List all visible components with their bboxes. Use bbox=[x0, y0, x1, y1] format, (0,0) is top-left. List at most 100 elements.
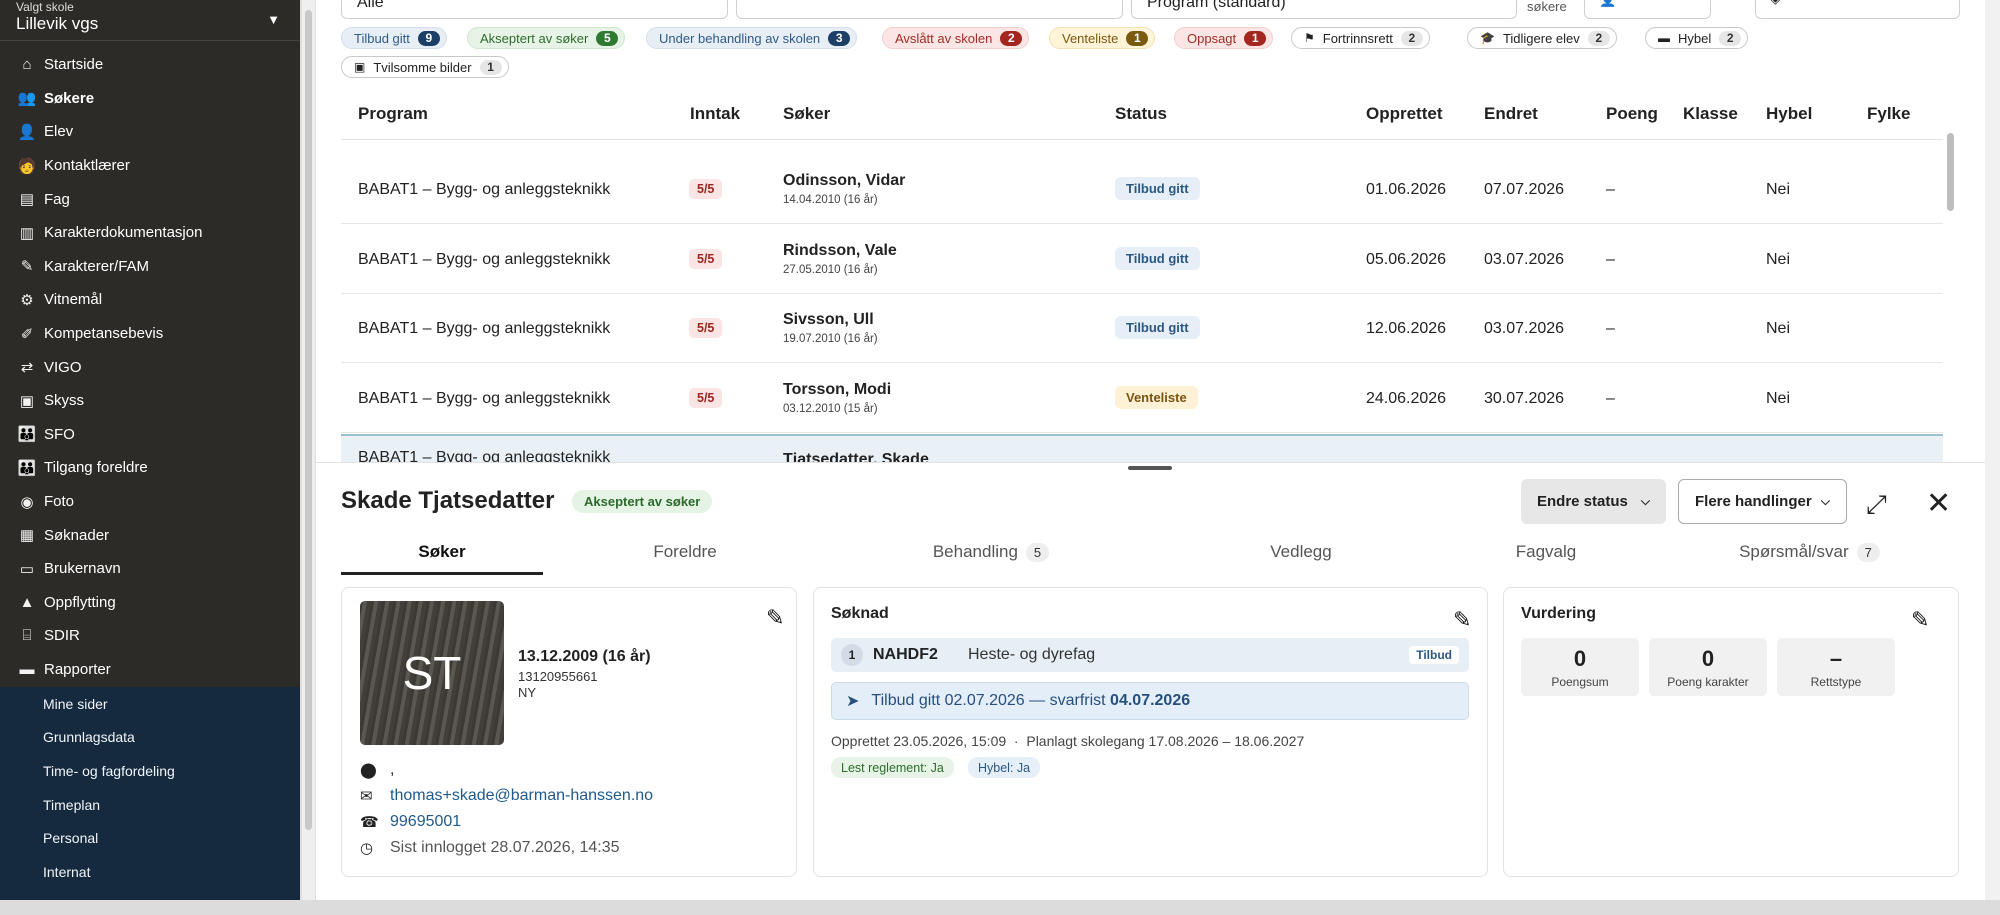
edit-pencil-icon[interactable]: ✎ bbox=[766, 605, 784, 631]
column-header-hybel[interactable]: Hybel bbox=[1766, 104, 1812, 124]
table-row[interactable]: BABAT1 – Bygg- og anleggsteknikk 5/5 Sivss… bbox=[341, 294, 1943, 363]
sidebar-scrollbar[interactable] bbox=[302, 0, 315, 900]
sidebar-item-tilgang-foreldre[interactable]: 👪 Tilgang foreldre bbox=[0, 451, 300, 485]
filter-chip-count: 5 bbox=[596, 30, 619, 46]
sidebar-item-label: SDIR bbox=[44, 627, 80, 645]
subnav-item-time-og-fagfordeling[interactable]: Time- og fagfordeling bbox=[0, 754, 300, 788]
sidebar-item-fag[interactable]: ▤ Fag bbox=[0, 182, 300, 216]
sidebar-item-sfo[interactable]: 👪 SFO bbox=[0, 418, 300, 452]
school-selector[interactable]: Valgt skole Lillevik vgs ▼ bbox=[0, 0, 300, 41]
intake-badge: 5/5 bbox=[689, 179, 723, 199]
tab-foreldre[interactable]: Foreldre bbox=[571, 531, 799, 575]
more-actions-button[interactable]: Flere handlinger ⌵ bbox=[1678, 479, 1847, 524]
filter-chip-oppsagt[interactable]: Oppsagt 1 bbox=[1174, 27, 1274, 49]
filter-select-program[interactable]: Program (standard) bbox=[1131, 0, 1517, 19]
tab-vedlegg[interactable]: Vedlegg bbox=[1171, 531, 1431, 575]
filter-chip-count: 3 bbox=[828, 30, 851, 46]
applicant-photo: ST bbox=[360, 601, 504, 745]
column-header-status[interactable]: Status bbox=[1115, 104, 1167, 124]
table-row-selected[interactable]: BABAT1 – Bygg- og anleggsteknikk Tjatsed… bbox=[341, 434, 1943, 462]
subnav-item-timeplan[interactable]: Timeplan bbox=[0, 788, 300, 822]
sidebar-item-karakterdokumentasjon[interactable]: ▥ Karakterdokumentasjon bbox=[0, 216, 300, 250]
column-header-endret[interactable]: Endret bbox=[1484, 104, 1538, 124]
sidebar-item-vigo[interactable]: ⇄ VIGO bbox=[0, 350, 300, 384]
filter-button-2[interactable]: ◈ bbox=[1755, 0, 1960, 19]
sidebar-scrollbar-thumb[interactable] bbox=[305, 10, 312, 830]
column-header-fylke[interactable]: Fylke bbox=[1867, 104, 1910, 124]
column-header-s-ker[interactable]: Søker bbox=[783, 104, 830, 124]
sidebar-item-karakterer-fam[interactable]: ✎ Karakterer/FAM bbox=[0, 250, 300, 284]
intake-badge: 5/5 bbox=[689, 387, 723, 408]
email-link[interactable]: thomas+skade@barman-hanssen.no bbox=[390, 787, 653, 805]
filter-chip-under-behandling-av-skolen[interactable]: Under behandling av skolen 3 bbox=[646, 27, 858, 49]
column-header-poeng[interactable]: Poeng bbox=[1606, 104, 1658, 124]
sidebar-item-s-knader[interactable]: ▦ Søknader bbox=[0, 518, 300, 552]
filter-select-1[interactable]: Alle bbox=[341, 0, 728, 19]
column-header-inntak[interactable]: Inntak bbox=[690, 104, 740, 124]
page-scrollbar[interactable] bbox=[1985, 0, 2000, 915]
filter-chip-label: Akseptert av søker bbox=[480, 30, 589, 46]
filter-chip-count: 1 bbox=[1244, 30, 1267, 46]
expand-icon[interactable]: ⤢ bbox=[1866, 489, 1887, 521]
filter-chip-venteliste[interactable]: Venteliste 1 bbox=[1049, 27, 1156, 49]
tab-sp-rsma-l-svar[interactable]: Spørsmål/svar 7 bbox=[1661, 531, 1958, 575]
table-scrollbar[interactable] bbox=[1945, 88, 1957, 462]
sidebar-item-rapporter[interactable]: ▬ Rapporter bbox=[0, 653, 300, 687]
sidebar-item-skyss[interactable]: ▣ Skyss bbox=[0, 384, 300, 418]
sidebar-item-foto[interactable]: ◉ Foto bbox=[0, 485, 300, 519]
filter-chip-count: 1 bbox=[479, 59, 502, 75]
edit-pencil-icon[interactable]: ✎ bbox=[1453, 607, 1471, 633]
subnav-item-mine-sider[interactable]: Mine sider bbox=[0, 687, 300, 721]
table-cell-dob: 14.04.2010 (16 år) bbox=[783, 194, 878, 206]
tab-label: Foreldre bbox=[653, 542, 717, 561]
grade-points-value: 0 bbox=[1701, 646, 1715, 671]
filter-chip-tidligere-elev[interactable]: 🎓 Tidligere elev 2 bbox=[1467, 27, 1617, 49]
sidebar-item-sdir[interactable]: ⌸ SDIR bbox=[0, 619, 300, 653]
application-choice[interactable]: 1 NAHDF2 Heste- og dyrefag Tilbud bbox=[831, 638, 1469, 672]
edit-pencil-icon[interactable]: ✎ bbox=[1911, 607, 1929, 633]
filter-chip-label: Tilbud gitt bbox=[354, 30, 410, 46]
subnav-item-internat[interactable]: Internat bbox=[0, 855, 300, 889]
sidebar-item-startside[interactable]: ⌂ Startside bbox=[0, 48, 300, 82]
subnav-item-personal[interactable]: Personal bbox=[0, 821, 300, 855]
subnav-item-grunnlagsdata[interactable]: Grunnlagsdata bbox=[0, 721, 300, 755]
column-header-klasse[interactable]: Klasse bbox=[1683, 104, 1738, 124]
column-header-opprettet[interactable]: Opprettet bbox=[1366, 104, 1443, 124]
location-pin-icon: ⬤ bbox=[360, 762, 377, 779]
tab-s-ker[interactable]: Søker bbox=[341, 531, 543, 575]
table-row[interactable]: BABAT1 – Bygg- og anleggsteknikk 5/5 Torss… bbox=[341, 364, 1943, 433]
close-icon[interactable]: ✕ bbox=[1926, 486, 1951, 521]
filter-button-1[interactable]: 👤 bbox=[1584, 0, 1711, 19]
resize-handle[interactable] bbox=[1128, 466, 1172, 470]
filter-chip-label: Tvilsomme bilder bbox=[373, 59, 472, 75]
table-scrollbar-thumb[interactable] bbox=[1947, 133, 1954, 211]
phone-link[interactable]: 99695001 bbox=[390, 813, 461, 831]
tab-fagvalg[interactable]: Fagvalg bbox=[1441, 531, 1651, 575]
sidebar-item-oppflytting[interactable]: ▲ Oppflytting bbox=[0, 586, 300, 620]
filter-chip-tvilsomme-bilder[interactable]: ▣ Tvilsomme bilder 1 bbox=[341, 56, 509, 78]
column-header-program[interactable]: Program bbox=[358, 104, 428, 124]
filter-chip-hybel[interactable]: ▬ Hybel 2 bbox=[1645, 27, 1749, 49]
read-rules-tag: Lest reglement: Ja bbox=[831, 757, 954, 778]
tab-behandling[interactable]: Behandling 5 bbox=[821, 531, 1161, 575]
change-status-label: Endre status bbox=[1537, 493, 1628, 510]
choice-number: 1 bbox=[841, 644, 863, 666]
filter-chip-avsla-tt-av-skolen[interactable]: Avslått av skolen 2 bbox=[882, 27, 1030, 49]
table-row[interactable]: BABAT1 – Bygg- og anleggsteknikk 5/5 Odins… bbox=[341, 155, 1943, 224]
table-cell-changed: 03.07.2026 bbox=[1484, 250, 1565, 268]
sidebar-item-brukernavn[interactable]: ▭ Brukernavn bbox=[0, 552, 300, 586]
filter-chip-fortrinnsrett[interactable]: ⚑ Fortrinnsrett 2 bbox=[1291, 27, 1430, 49]
sidebar-item-s-kere[interactable]: 👥 Søkere bbox=[0, 82, 300, 116]
score-value: 0 bbox=[1573, 646, 1587, 671]
filter-chip-tilbud-gitt[interactable]: Tilbud gitt 9 bbox=[341, 27, 447, 49]
sidebar-item-kontaktl-rer[interactable]: 🧑 Kontaktlærer bbox=[0, 149, 300, 183]
sidebar-item-kompetansebevis[interactable]: ✐ Kompetansebevis bbox=[0, 317, 300, 351]
book-icon: ▤ bbox=[19, 191, 35, 209]
filter-select-2[interactable] bbox=[736, 0, 1123, 19]
table-row[interactable]: BABAT1 – Bygg- og anleggsteknikk 5/5 Rinds… bbox=[341, 225, 1943, 294]
filter-chip-akseptert-av-s-ker[interactable]: Akseptert av søker 5 bbox=[467, 27, 626, 49]
sidebar-item-elev[interactable]: 👤 Elev bbox=[0, 115, 300, 149]
sidebar-item-vitnema-l[interactable]: ⚙ Vitnemål bbox=[0, 283, 300, 317]
filter-chip-label: Tidligere elev bbox=[1502, 30, 1580, 46]
change-status-button[interactable]: Endre status ⌵ bbox=[1521, 479, 1666, 524]
